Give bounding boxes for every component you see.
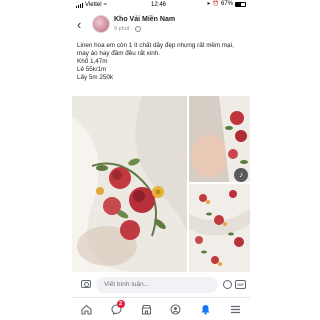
location-icon: ➤ xyxy=(206,1,211,7)
signal-icon xyxy=(76,2,83,8)
status-right: ➤ ⏰ 67% xyxy=(207,1,246,7)
separator: · xyxy=(131,26,134,32)
post-text-line: Khổ 1,47m xyxy=(77,58,108,65)
post-text-line: Linen hoa em còn 1 ít chất dầy đẹp nhưng… xyxy=(77,42,238,57)
volume-icon[interactable]: ♪ xyxy=(234,168,248,182)
fabric-photo-main xyxy=(72,96,187,272)
tab-marketplace[interactable] xyxy=(131,298,161,320)
bell-icon xyxy=(201,305,210,315)
avatar[interactable] xyxy=(92,15,110,33)
photo-main[interactable] xyxy=(72,96,187,272)
facebook-post-screen: Viettel ≈ 12:46 ➤ ⏰ 67% ‹ Kho Vải Miền N… xyxy=(72,0,250,320)
groups-icon xyxy=(170,304,181,315)
globe-icon xyxy=(135,26,142,32)
back-arrow-icon[interactable]: ‹ xyxy=(77,18,81,31)
bottom-tab-bar: 2 xyxy=(72,297,250,320)
comment-bar: GIF xyxy=(72,276,250,294)
post-text-line: Lấy 5m 250k xyxy=(77,74,114,81)
tab-home[interactable] xyxy=(72,298,102,320)
page-name[interactable]: Kho Vải Miền Nam xyxy=(114,16,175,23)
marketplace-icon xyxy=(141,304,151,315)
gif-icon[interactable]: GIF xyxy=(235,280,246,289)
tab-menu[interactable] xyxy=(220,298,250,320)
post-timestamp: 9 phút xyxy=(114,26,130,32)
emoji-icon[interactable] xyxy=(223,280,232,289)
photo-grid: ♪ xyxy=(72,96,250,272)
alarm-icon: ⏰ xyxy=(212,1,219,7)
photo-bottom-right[interactable] xyxy=(189,184,250,272)
post-meta: 9 phút · xyxy=(114,26,142,32)
post-text: Linen hoa em còn 1 ít chất dầy đẹp nhưng… xyxy=(77,42,247,82)
carrier-name: Viettel xyxy=(85,2,102,8)
notification-badge: 2 xyxy=(116,300,125,308)
fabric-photo-pattern xyxy=(189,184,250,272)
home-icon xyxy=(81,304,92,315)
status-time: 12:46 xyxy=(151,2,167,8)
tab-notifications[interactable] xyxy=(191,298,221,320)
post-header: ‹ Kho Vải Miền Nam 9 phút · xyxy=(72,11,250,37)
wifi-icon: ≈ xyxy=(103,2,107,8)
battery-icon xyxy=(235,1,246,7)
photo-top-right[interactable]: ♪ xyxy=(189,96,250,182)
comment-input[interactable] xyxy=(96,277,218,293)
battery-percent: 67% xyxy=(220,1,233,7)
status-bar: Viettel ≈ 12:46 ➤ ⏰ 67% xyxy=(72,0,250,11)
carrier-group: Viettel ≈ xyxy=(76,2,107,8)
camera-icon[interactable] xyxy=(81,280,91,288)
tab-groups[interactable] xyxy=(161,298,191,320)
menu-icon xyxy=(230,305,240,314)
post-text-line: Lẻ 55k/1m xyxy=(77,66,107,73)
tab-messenger[interactable]: 2 xyxy=(102,298,132,320)
